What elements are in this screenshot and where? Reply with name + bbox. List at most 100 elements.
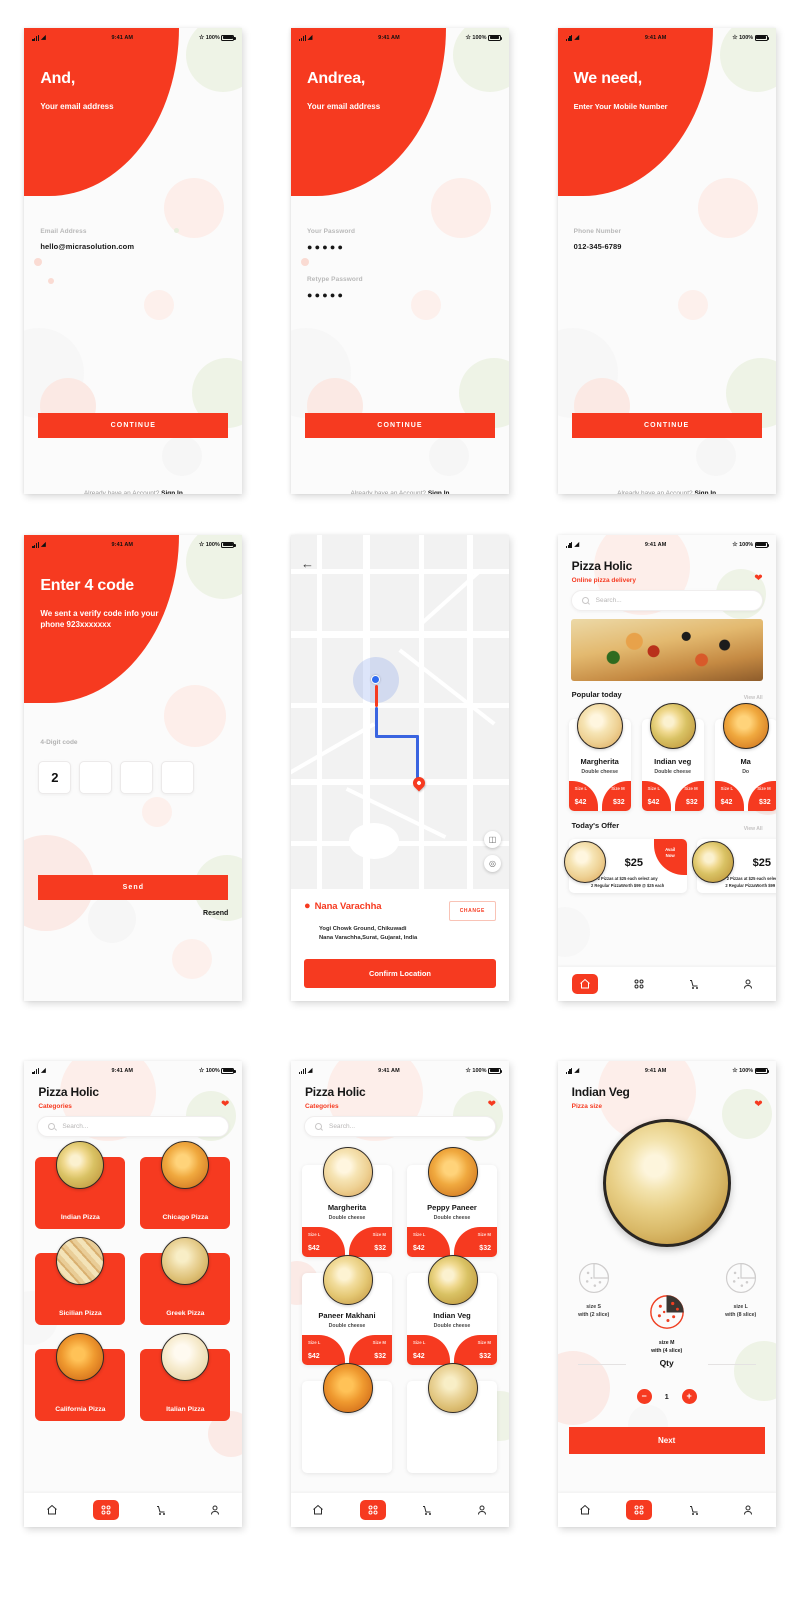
phone-field-value[interactable]: 012-345-6789 [574, 242, 760, 251]
price-size-m[interactable]: Size M $32 [747, 781, 776, 811]
nav-cart-icon[interactable] [414, 1500, 440, 1520]
price-size-m[interactable]: Size M $32 [674, 781, 704, 811]
next-button[interactable]: Next [568, 1427, 765, 1454]
map-locate-button[interactable]: ◎ [483, 855, 501, 872]
price-size-l[interactable]: Size L $42 [406, 1335, 450, 1365]
email-field-value[interactable]: hello@micrasolution.com [40, 242, 226, 251]
page-subtitle: Your email address [40, 102, 114, 111]
resend-link[interactable]: Resend [203, 910, 228, 917]
product-name: Margherita Double cheese [302, 1203, 392, 1221]
continue-button[interactable]: CONTINUE [304, 413, 495, 438]
email-field-group[interactable]: Email Address hello@micrasolution.com [40, 228, 226, 251]
change-location-button[interactable]: CHANGE [448, 901, 496, 921]
price-size-l[interactable]: Size L $42 [568, 781, 598, 811]
signal-icon [565, 542, 573, 548]
nav-cart-icon[interactable] [148, 1500, 174, 1520]
page-title: We need, [573, 70, 643, 87]
address-line-1: Yogi Chowk Ground, Chikuwadi [318, 926, 407, 932]
nav-cart-icon[interactable] [681, 974, 707, 994]
nav-user-icon[interactable] [735, 1500, 761, 1520]
nav-grid-icon[interactable] [626, 974, 652, 994]
phone-otp-screen: ◢ 9:41 AM ☆ 100% Enter 4 code We sent a … [24, 535, 243, 1001]
status-bar: ◢ 9:41 AM ☆ 100% [291, 1061, 509, 1077]
price-size-l[interactable]: Size L $42 [641, 781, 671, 811]
favorite-heart-icon[interactable]: ❤ [754, 1099, 762, 1110]
price-size-l[interactable]: Size L $42 [301, 1227, 345, 1257]
nav-home-icon[interactable] [39, 1500, 65, 1520]
cell-password: ◢ 9:41 AM ☆ 100% Andrea, Your email addr… [267, 0, 534, 517]
favorite-heart-icon[interactable]: ❤ [221, 1099, 229, 1110]
search-bar[interactable] [570, 590, 763, 611]
category-image [56, 1237, 105, 1285]
otp-input-group[interactable]: 2 [38, 761, 228, 794]
price-size-m[interactable]: Size M $32 [601, 781, 631, 811]
nav-user-icon[interactable] [202, 1500, 228, 1520]
popular-view-all-link[interactable]: View All [744, 695, 763, 701]
favorite-heart-icon[interactable]: ❤ [754, 573, 762, 584]
page-subtitle: Categories [38, 1103, 72, 1110]
status-bar: ◢ 9:41 AM ☆ 100% [24, 28, 242, 44]
status-time: 9:41 AM [111, 1067, 134, 1074]
price-size-m[interactable]: Size M $32 [453, 1335, 497, 1365]
bluetooth-icon: ☆ [465, 1068, 471, 1074]
price-size-l[interactable]: Size L $42 [714, 781, 744, 811]
retype-password-field-value[interactable]: ●●●●● [307, 290, 493, 300]
hero-banner-image[interactable] [570, 619, 763, 681]
qty-stepper[interactable]: − 1 + [558, 1389, 776, 1404]
signin-link[interactable]: Sign In [428, 490, 450, 494]
nav-grid-icon[interactable] [626, 1500, 653, 1520]
nav-user-icon[interactable] [469, 1500, 495, 1520]
otp-digit-3[interactable] [120, 761, 154, 794]
signin-link[interactable]: Sign In [694, 490, 716, 494]
continue-button[interactable]: CONTINUE [571, 413, 762, 438]
confirm-location-button[interactable]: Confirm Location [303, 959, 496, 988]
qty-decrease-button[interactable]: − [636, 1389, 652, 1404]
size-option-l[interactable]: size L with (8 slice) [713, 1261, 769, 1319]
price-size-m[interactable]: Size M $32 [348, 1227, 392, 1257]
size-option-s[interactable]: size S with (2 slice) [566, 1261, 622, 1319]
continue-button[interactable]: CONTINUE [38, 413, 229, 438]
otp-digit-4[interactable] [161, 761, 195, 794]
bottom-nav [557, 967, 776, 1001]
price-size-l[interactable]: Size L $42 [301, 1335, 345, 1365]
password-field-value[interactable]: ●●●●● [307, 242, 493, 252]
nav-grid-icon[interactable] [359, 1500, 386, 1520]
nav-home-icon[interactable] [572, 1500, 598, 1520]
size-option-m[interactable]: size M with (4 slice) [639, 1293, 695, 1355]
price-size-m[interactable]: Size M $32 [453, 1227, 497, 1257]
price-size-l[interactable]: Size L $42 [406, 1227, 450, 1257]
nav-home-icon[interactable] [305, 1500, 331, 1520]
phone-password-screen: ◢ 9:41 AM ☆ 100% Andrea, Your email addr… [290, 28, 509, 494]
otp-digit-2[interactable] [79, 761, 113, 794]
map-layers-button[interactable]: ◫ [483, 831, 501, 848]
otp-field-label: 4-Digit code [40, 739, 78, 746]
nav-cart-icon[interactable] [681, 1500, 707, 1520]
password-field-group[interactable]: Your Password ●●●●● [307, 228, 493, 252]
nav-user-icon[interactable] [735, 974, 761, 994]
page-subtitle: Online pizza delivery [571, 577, 636, 584]
back-arrow-icon[interactable]: ← [301, 557, 314, 570]
retype-password-field-group[interactable]: Retype Password ●●●●● [307, 276, 493, 300]
phone-email-screen: ◢ 9:41 AM ☆ 100% And, Your email address… [24, 28, 243, 494]
nav-grid-icon[interactable] [93, 1500, 120, 1520]
favorite-heart-icon[interactable]: ❤ [488, 1099, 496, 1110]
phone-categories-screen: ◢ 9:41 AM ☆ 100% Pizza Holic Categories … [24, 1061, 243, 1527]
signin-link[interactable]: Sign In [161, 490, 183, 494]
otp-digit-1[interactable]: 2 [38, 761, 72, 794]
phone-mobile-screen: ◢ 9:41 AM ☆ 100% We need, Enter Your Mob… [557, 28, 776, 494]
nav-home-icon[interactable] [571, 974, 598, 994]
search-bar[interactable] [303, 1116, 496, 1137]
cell-email: ◢ 9:41 AM ☆ 100% And, Your email address… [0, 0, 267, 517]
location-address: Yogi Chowk Ground, Chikuwadi Nana Varach… [319, 925, 496, 942]
qty-increase-button[interactable]: + [681, 1389, 697, 1404]
price-size-m[interactable]: Size M $32 [348, 1335, 392, 1365]
offer-view-all-link[interactable]: View All [744, 826, 763, 832]
search-input[interactable] [595, 597, 752, 604]
status-right: ☆ 100% [466, 34, 503, 41]
send-button[interactable]: Send [38, 875, 229, 900]
phone-field-group[interactable]: Phone Number 012-345-6789 [574, 228, 760, 251]
search-input[interactable] [62, 1123, 219, 1130]
search-input[interactable] [328, 1123, 485, 1130]
product-desc: Double cheese [581, 769, 618, 775]
search-bar[interactable] [37, 1116, 230, 1137]
